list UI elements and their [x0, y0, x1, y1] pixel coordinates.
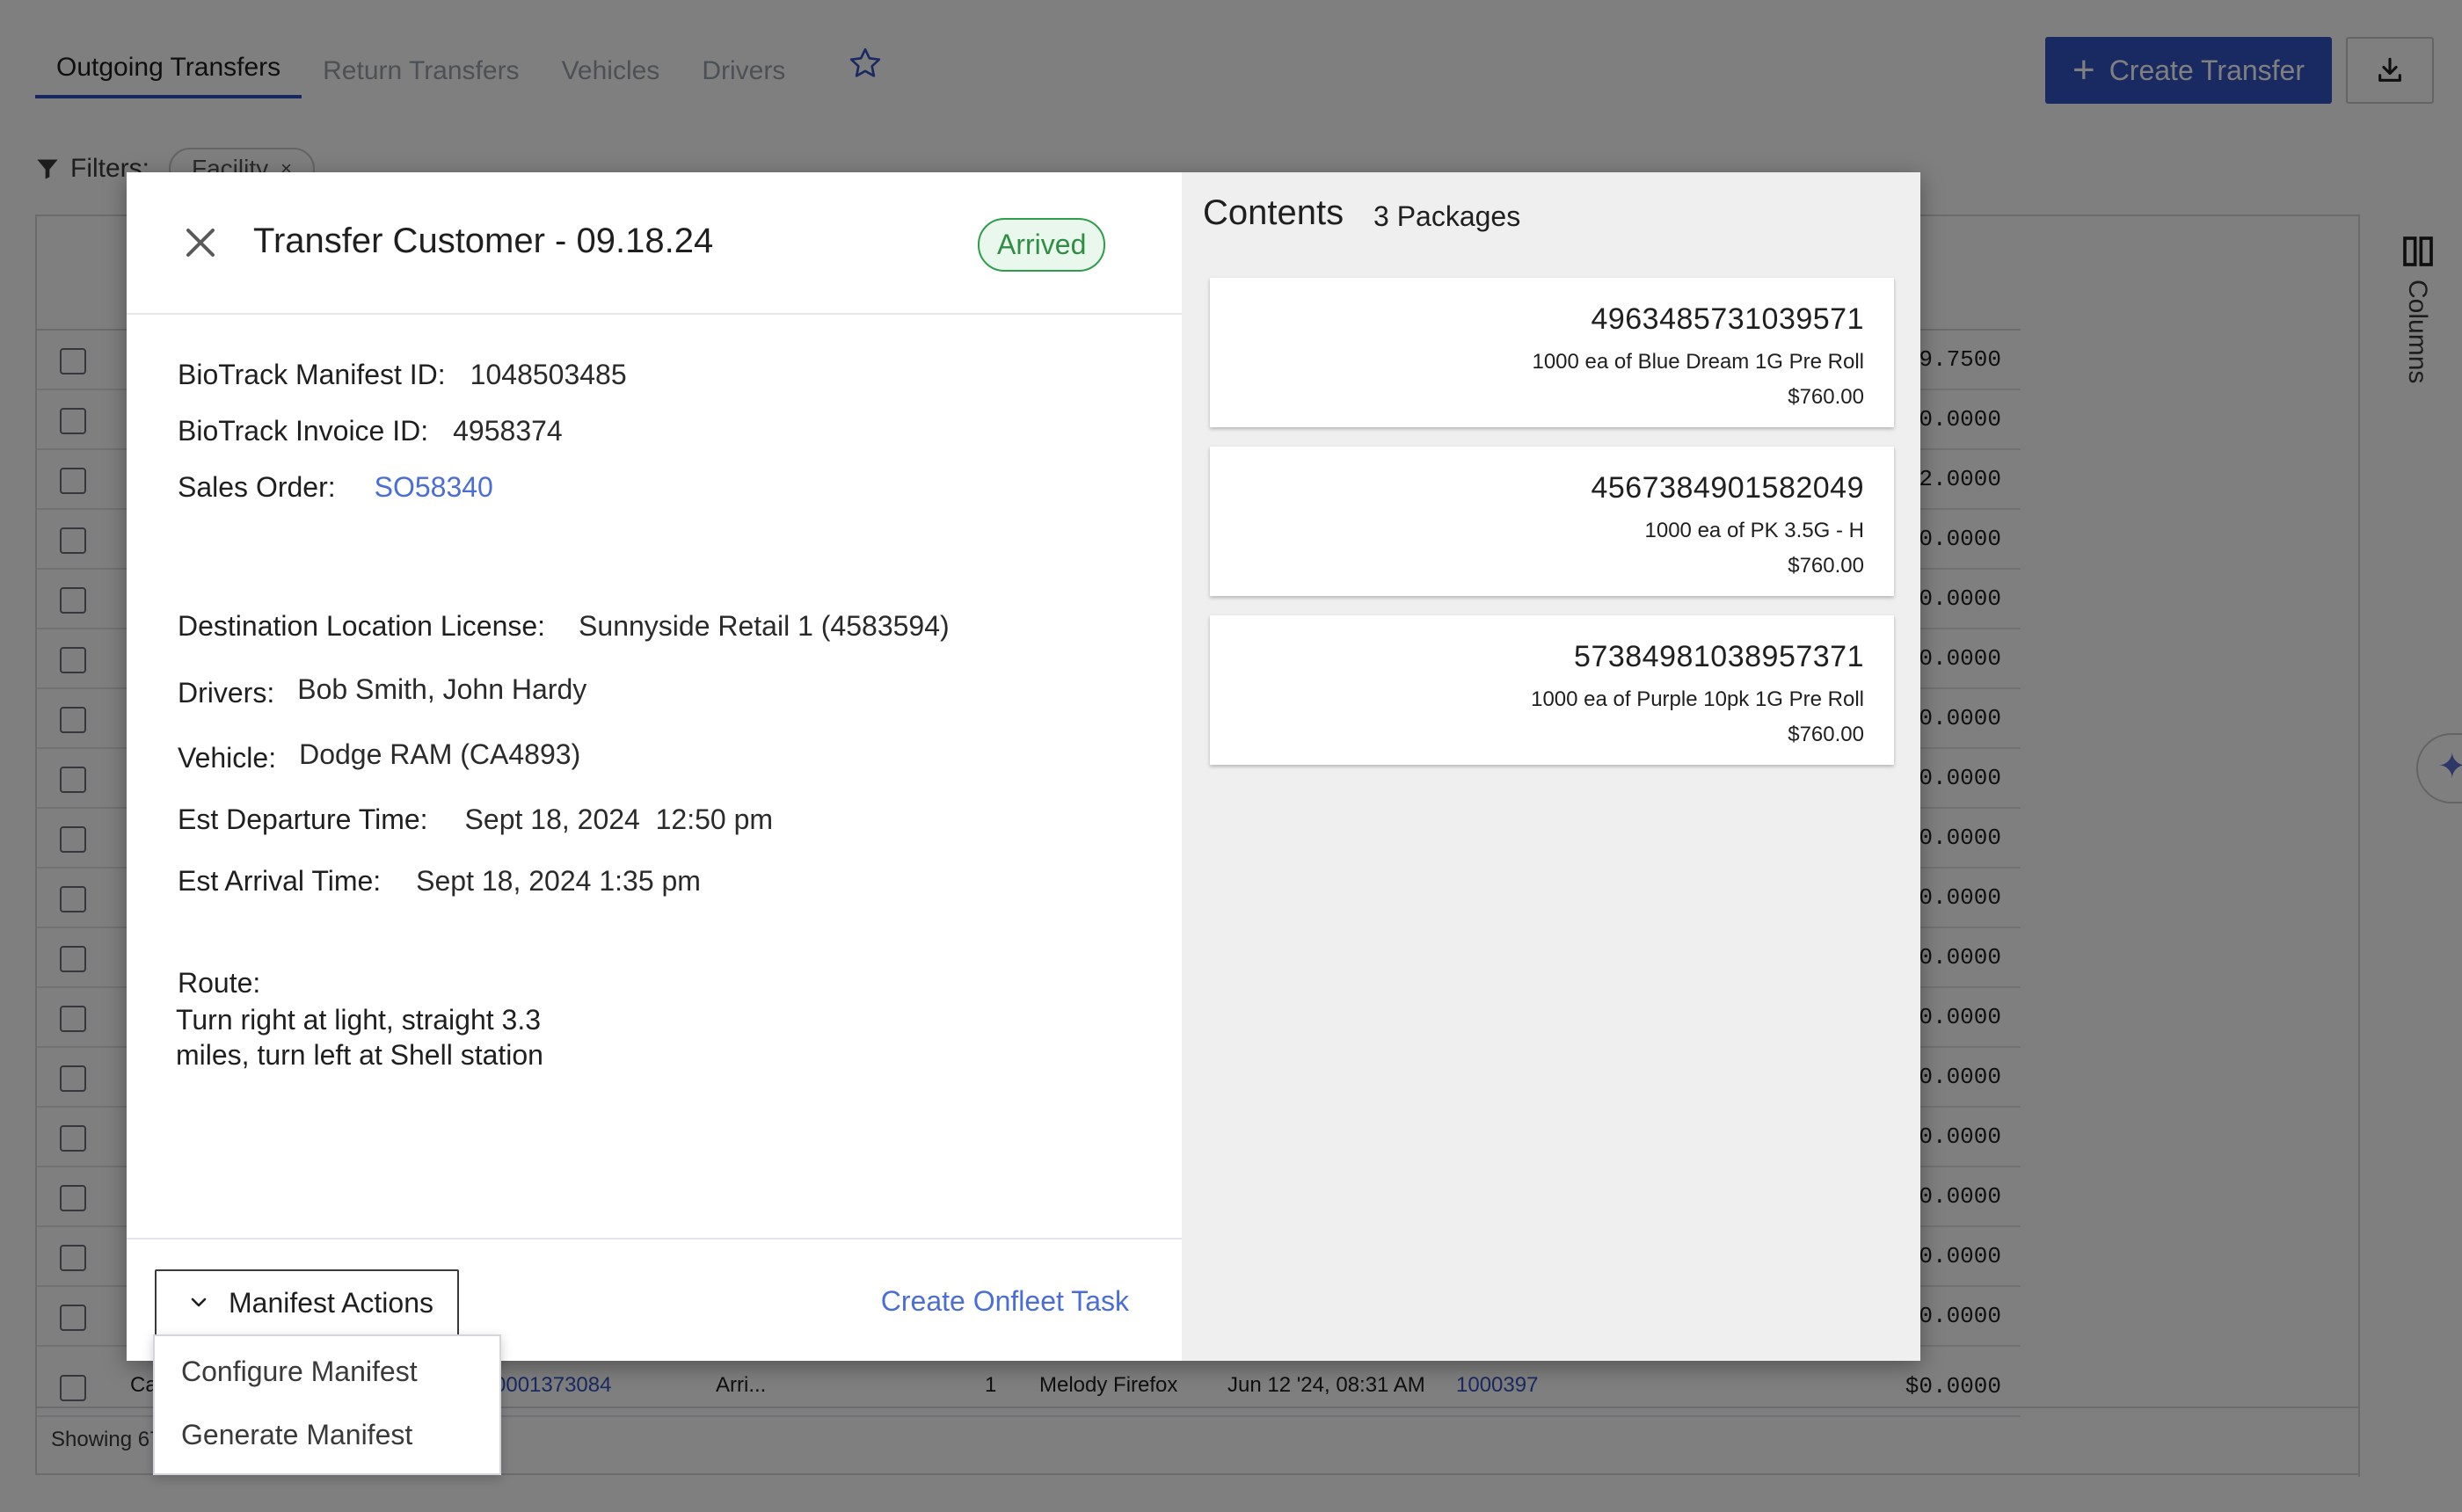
transfer-details-pane: Transfer Customer - 09.18.24 Arrived Bio…	[127, 172, 1182, 1361]
field-label: BioTrack Manifest ID:	[178, 359, 446, 390]
package-id: 4567384901582049	[1591, 471, 1864, 505]
modal-title: Transfer Customer - 09.18.24	[253, 222, 714, 260]
manifest-actions-label: Manifest Actions	[229, 1286, 433, 1319]
field-label: Est Departure Time:	[178, 803, 428, 835]
manifest-id-field: BioTrack Manifest ID: 1048503485	[178, 359, 627, 391]
package-card[interactable]: 4963485731039571 1000 ea of Blue Dream 1…	[1210, 278, 1894, 427]
package-price: $760.00	[1788, 554, 1864, 578]
manifest-actions-button[interactable]: Manifest Actions	[155, 1269, 459, 1336]
create-onfleet-task-link[interactable]: Create Onfleet Task	[881, 1285, 1129, 1318]
sales-order-link[interactable]: SO58340	[375, 471, 493, 504]
drivers-field: Drivers: Bob Smith, John Hardy	[178, 673, 586, 709]
invoice-id-field: BioTrack Invoice ID: 4958374	[178, 415, 563, 447]
field-value: 1048503485	[470, 359, 627, 390]
field-label: Destination Location License:	[178, 610, 546, 642]
field-value: Sept 18, 2024 1:35 pm	[416, 865, 701, 897]
departure-field: Est Departure Time: Sept 18, 2024 12:50 …	[178, 803, 773, 836]
package-description: 1000 ea of Blue Dream 1G Pre Roll	[1532, 350, 1864, 374]
field-value: Sunnyside Retail 1 (4583594)	[579, 610, 950, 642]
manifest-actions-menu: Configure Manifest Generate Manifest	[153, 1334, 501, 1475]
chevron-down-icon	[191, 1298, 207, 1307]
package-id: 4963485731039571	[1591, 302, 1864, 336]
status-badge: Arrived	[978, 218, 1106, 272]
field-label: Vehicle:	[178, 742, 277, 774]
package-card[interactable]: 57384981038957371 1000 ea of Purple 10pk…	[1210, 615, 1894, 765]
package-price: $760.00	[1788, 723, 1864, 746]
destination-field: Destination Location License: Sunnyside …	[178, 610, 950, 643]
route-line: miles, turn left at Shell station	[176, 1039, 543, 1071]
route-line: Turn right at light, straight 3.3	[176, 1004, 542, 1036]
route-text: Turn right at light, straight 3.3 miles,…	[176, 1002, 580, 1072]
vehicle-field: Vehicle: Dodge RAM (CA4893)	[178, 738, 580, 774]
package-price: $760.00	[1788, 385, 1864, 409]
close-icon[interactable]	[179, 222, 222, 264]
package-id: 57384981038957371	[1574, 640, 1864, 673]
arrival-field: Est Arrival Time: Sept 18, 2024 1:35 pm	[178, 865, 701, 898]
menu-item-generate-manifest[interactable]: Generate Manifest	[181, 1419, 412, 1451]
transfer-detail-modal: Transfer Customer - 09.18.24 Arrived Bio…	[127, 172, 1920, 1361]
field-label: Drivers:	[178, 677, 275, 709]
route-label: Route:	[178, 967, 261, 999]
package-description: 1000 ea of PK 3.5G - H	[1644, 519, 1864, 542]
contents-title: Contents	[1203, 193, 1344, 232]
field-value: 4958374	[453, 415, 563, 447]
package-card[interactable]: 4567384901582049 1000 ea of PK 3.5G - H …	[1210, 447, 1894, 596]
field-label: Sales Order:	[178, 471, 336, 503]
modal-header: Transfer Customer - 09.18.24 Arrived	[127, 172, 1182, 315]
field-label: Est Arrival Time:	[178, 865, 382, 897]
sales-order-field: Sales Order: SO58340	[178, 471, 493, 504]
contents-pane: Contents 3 Packages 4963485731039571 100…	[1182, 172, 1920, 1361]
menu-item-configure-manifest[interactable]: Configure Manifest	[181, 1356, 418, 1388]
field-value: Dodge RAM (CA4893)	[299, 738, 581, 770]
field-label: BioTrack Invoice ID:	[178, 415, 429, 447]
field-value: Bob Smith, John Hardy	[297, 673, 587, 705]
field-value: Sept 18, 2024 12:50 pm	[464, 803, 774, 835]
packages-count: 3 Packages	[1373, 200, 1521, 232]
package-description: 1000 ea of Purple 10pk 1G Pre Roll	[1531, 687, 1864, 711]
